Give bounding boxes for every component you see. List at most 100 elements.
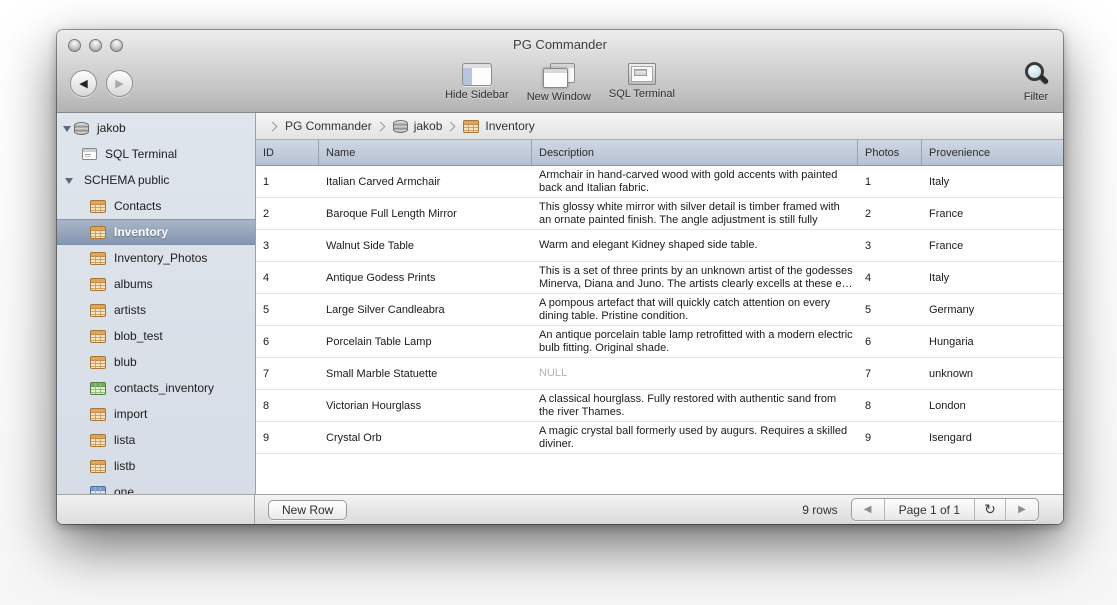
disclosure-triangle-icon[interactable]	[63, 175, 76, 186]
new-window-button[interactable]: New Window	[527, 63, 591, 103]
title-bar[interactable]: PG Commander	[57, 30, 1063, 60]
sidebar-item-label: jakob	[97, 121, 126, 135]
cell-id[interactable]: 4	[256, 262, 319, 293]
sidebar-item[interactable]: blub	[57, 349, 255, 375]
sidebar-item[interactable]: albums	[57, 271, 255, 297]
sidebar-item-icon	[90, 486, 106, 495]
table-row[interactable]: 7 Small Marble Statuette NULL 7 unknown	[256, 358, 1063, 390]
column-header-provenience[interactable]: Provenience	[922, 140, 1063, 165]
cell-photos[interactable]: 1	[858, 166, 922, 197]
cell-provenience[interactable]: Italy	[922, 166, 1063, 197]
cell-photos[interactable]: 7	[858, 358, 922, 389]
cell-id[interactable]: 8	[256, 390, 319, 421]
sidebar-item[interactable]: artists	[57, 297, 255, 323]
previous-page-button[interactable]: ◀	[852, 499, 884, 520]
sidebar-item[interactable]: listb	[57, 453, 255, 479]
cell-description[interactable]: Armchair in hand-carved wood with gold a…	[532, 166, 858, 197]
cell-photos[interactable]: 2	[858, 198, 922, 229]
sidebar-item[interactable]: one	[57, 479, 255, 494]
next-page-button[interactable]: ▶	[1005, 499, 1038, 520]
cell-id[interactable]: 2	[256, 198, 319, 229]
desktop-background: PG Commander ◀ ▶ Hide Sidebar New Window	[0, 0, 1117, 605]
cell-name[interactable]: Large Silver Candleabra	[319, 294, 532, 325]
column-header-name[interactable]: Name	[319, 140, 532, 165]
cell-description[interactable]: A magic crystal ball formerly used by au…	[532, 422, 858, 453]
sidebar-item[interactable]: SQL Terminal	[57, 141, 255, 167]
cell-description[interactable]: This is a set of three prints by an unkn…	[532, 262, 858, 293]
column-header-description[interactable]: Description	[532, 140, 858, 165]
sidebar-item[interactable]: lista	[57, 427, 255, 453]
column-header-id[interactable]: ID	[256, 140, 319, 165]
cell-photos[interactable]: 6	[858, 326, 922, 357]
sidebar-item[interactable]: contacts_inventory	[57, 375, 255, 401]
cell-name[interactable]: Small Marble Statuette	[319, 358, 532, 389]
table-row[interactable]: 9 Crystal Orb A magic crystal ball forme…	[256, 422, 1063, 454]
sidebar-item[interactable]: jakob	[57, 115, 255, 141]
table-row[interactable]: 3 Walnut Side Table Warm and elegant Kid…	[256, 230, 1063, 262]
breadcrumb-item[interactable]: PG Commander	[264, 119, 372, 133]
filter-button[interactable]: Filter	[1021, 61, 1051, 103]
table-row[interactable]: 6 Porcelain Table Lamp An antique porcel…	[256, 326, 1063, 358]
sidebar-item-label: blob_test	[114, 329, 163, 343]
breadcrumb-item[interactable]: jakob	[372, 119, 443, 133]
sidebar-item[interactable]: Inventory_Photos	[57, 245, 255, 271]
cell-name[interactable]: Victorian Hourglass	[319, 390, 532, 421]
cell-description[interactable]: Warm and elegant Kidney shaped side tabl…	[532, 230, 858, 261]
sidebar-item[interactable]: blob_test	[57, 323, 255, 349]
cell-provenience[interactable]: London	[922, 390, 1063, 421]
cell-name[interactable]: Porcelain Table Lamp	[319, 326, 532, 357]
window-title: PG Commander	[57, 30, 1063, 60]
cell-id[interactable]: 1	[256, 166, 319, 197]
cell-name[interactable]: Antique Godess Prints	[319, 262, 532, 293]
new-row-button[interactable]: New Row	[268, 500, 347, 520]
cell-id[interactable]: 6	[256, 326, 319, 357]
cell-provenience[interactable]: unknown	[922, 358, 1063, 389]
cell-name[interactable]: Baroque Full Length Mirror	[319, 198, 532, 229]
sidebar-item[interactable]: Contacts	[57, 193, 255, 219]
table-row[interactable]: 5 Large Silver Candleabra A pompous arte…	[256, 294, 1063, 326]
disclosure-triangle-icon[interactable]	[61, 123, 74, 134]
cell-provenience[interactable]: Germany	[922, 294, 1063, 325]
sql-terminal-icon	[628, 63, 656, 85]
sql-terminal-button[interactable]: SQL Terminal	[609, 63, 675, 103]
sidebar-item[interactable]: SCHEMA public	[57, 167, 255, 193]
sidebar-item-label: Contacts	[114, 199, 161, 213]
table-row[interactable]: 2 Baroque Full Length Mirror This glossy…	[256, 198, 1063, 230]
close-button[interactable]	[68, 39, 81, 52]
table-row[interactable]: 1 Italian Carved Armchair Armchair in ha…	[256, 166, 1063, 198]
cell-photos[interactable]: 9	[858, 422, 922, 453]
cell-provenience[interactable]: Hungaria	[922, 326, 1063, 357]
cell-id[interactable]: 9	[256, 422, 319, 453]
cell-photos[interactable]: 8	[858, 390, 922, 421]
cell-description[interactable]: This glossy white mirror with silver det…	[532, 198, 858, 229]
cell-name[interactable]: Crystal Orb	[319, 422, 532, 453]
column-header-photos[interactable]: Photos	[858, 140, 922, 165]
refresh-button[interactable]: ↻	[974, 499, 1005, 520]
cell-photos[interactable]: 3	[858, 230, 922, 261]
hide-sidebar-button[interactable]: Hide Sidebar	[445, 63, 509, 103]
cell-provenience[interactable]: Isengard	[922, 422, 1063, 453]
cell-provenience[interactable]: Italy	[922, 262, 1063, 293]
table-row[interactable]: 4 Antique Godess Prints This is a set of…	[256, 262, 1063, 294]
cell-description[interactable]: A pompous artefact that will quickly cat…	[532, 294, 858, 325]
sidebar-item[interactable]: import	[57, 401, 255, 427]
cell-photos[interactable]: 5	[858, 294, 922, 325]
cell-name[interactable]: Italian Carved Armchair	[319, 166, 532, 197]
cell-provenience[interactable]: France	[922, 198, 1063, 229]
cell-description[interactable]: A classical hourglass. Fully restored wi…	[532, 390, 858, 421]
cell-description[interactable]: An antique porcelain table lamp retrofit…	[532, 326, 858, 357]
table-row[interactable]: 8 Victorian Hourglass A classical hourgl…	[256, 390, 1063, 422]
cell-id[interactable]: 5	[256, 294, 319, 325]
cell-photos[interactable]: 4	[858, 262, 922, 293]
sidebar-item[interactable]: Inventory	[57, 219, 255, 245]
cell-id[interactable]: 3	[256, 230, 319, 261]
cell-name[interactable]: Walnut Side Table	[319, 230, 532, 261]
cell-description[interactable]: NULL	[532, 358, 858, 389]
cell-id[interactable]: 7	[256, 358, 319, 389]
breadcrumb-item[interactable]: Inventory	[442, 119, 534, 133]
sidebar-item-icon	[90, 200, 106, 213]
zoom-button[interactable]	[110, 39, 123, 52]
app-window: PG Commander ◀ ▶ Hide Sidebar New Window	[57, 30, 1063, 524]
minimize-button[interactable]	[89, 39, 102, 52]
cell-provenience[interactable]: France	[922, 230, 1063, 261]
